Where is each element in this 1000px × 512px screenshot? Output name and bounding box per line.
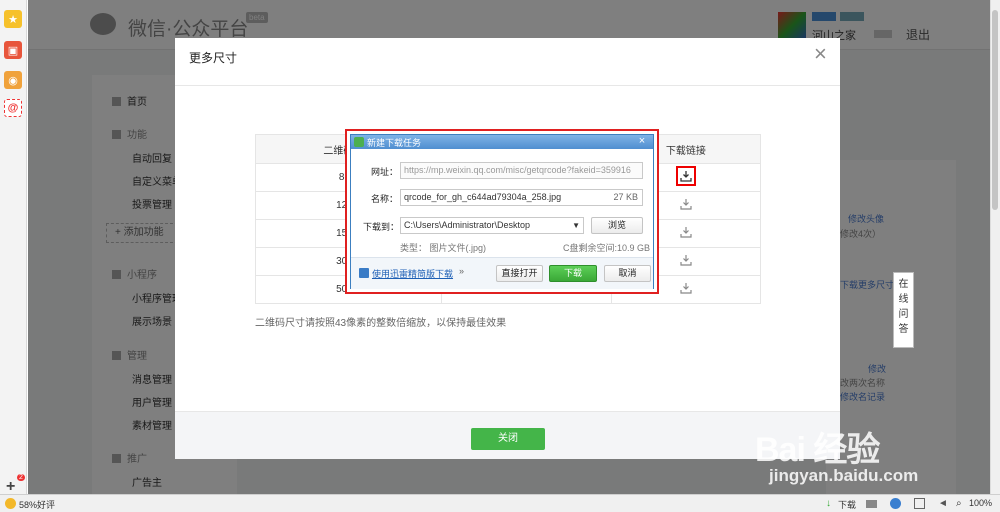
dialog-bottom-bar: 使用迅雷精简版下载 » 直接打开 下载 取消 <box>351 257 653 289</box>
file-type-text: 类型： 图片文件(.jpg) <box>400 243 487 253</box>
shopping-bag-icon[interactable]: ▣ <box>4 41 22 59</box>
close-button[interactable]: 关闭 <box>471 428 545 450</box>
filename-field[interactable]: qrcode_for_gh_c644ad79304a_258.jpg 27 KB <box>400 189 643 206</box>
new-download-dialog: 新建下载任务 × 网址： https://mp.weixin.qq.com/mi… <box>350 134 654 289</box>
url-field: https://mp.weixin.qq.com/misc/getqrcode?… <box>400 162 643 179</box>
save-to-label: 下载到： <box>363 222 400 232</box>
watermark-url: jingyan.baidu.com <box>769 466 919 485</box>
browser-sidebar: ★ ▣ ◉ @ + 2 <box>0 0 27 495</box>
weibo-icon[interactable]: ◉ <box>4 71 22 89</box>
name-label: 名称： <box>371 194 399 204</box>
xunlei-icon <box>359 268 369 278</box>
download-app-icon <box>354 137 364 147</box>
download-button[interactable]: 下载 <box>549 265 597 282</box>
cancel-button[interactable]: 取消 <box>604 265 651 282</box>
size-note: 二维码尺寸请按照43像素的整数倍缩放，以保持最佳效果 <box>255 318 507 329</box>
save-path-value: C:\Users\Administrator\Desktop <box>404 220 531 230</box>
filename-value: qrcode_for_gh_c644ad79304a_258.jpg <box>404 192 562 202</box>
status-download-label[interactable]: 下载 <box>838 498 856 511</box>
window-icon[interactable] <box>914 498 925 509</box>
page-scrollbar-thumb[interactable] <box>992 10 998 210</box>
dialog-title: 新建下载任务 <box>367 138 422 148</box>
watermark-main: Bai 经验 <box>755 431 880 469</box>
url-label: 网址： <box>371 167 399 177</box>
highlight-frame: 新建下载任务 × 网址： https://mp.weixin.qq.com/mi… <box>345 129 659 294</box>
baidu-jingyan-watermark: Bai 经验 jingyan.baidu.com <box>755 422 945 492</box>
favorites-star-icon[interactable]: ★ <box>4 10 22 28</box>
browse-button[interactable]: 浏览 <box>591 217 643 234</box>
browser-statusbar: 58%好评 ↓ 下载 ◄ ⌕ 100% <box>0 494 1000 512</box>
download-icon[interactable] <box>680 226 692 238</box>
notification-badge: 2 <box>17 474 25 481</box>
download-icon[interactable] <box>675 166 696 186</box>
expand-chevron-icon[interactable]: » <box>459 266 464 276</box>
download-icon[interactable] <box>680 282 692 294</box>
online-qa-button[interactable]: 在线问答 <box>893 272 914 348</box>
modal-title: 更多尺寸 <box>189 51 238 65</box>
ie-icon[interactable] <box>890 498 901 509</box>
dialog-titlebar[interactable]: 新建下载任务 × <box>351 135 653 149</box>
dropdown-arrow-icon: ▼ <box>572 221 580 230</box>
download-arrow-icon: ↓ <box>826 498 831 509</box>
modal-close-icon[interactable]: × <box>814 43 827 65</box>
speaker-icon[interactable]: ◄ <box>938 498 949 509</box>
smile-icon <box>5 498 16 509</box>
open-directly-button[interactable]: 直接打开 <box>496 265 543 282</box>
file-size: 27 KB <box>613 192 638 202</box>
zoom-level[interactable]: 100% <box>969 498 992 508</box>
flag-icon[interactable] <box>866 500 877 508</box>
xunlei-download-link[interactable]: 使用迅雷精简版下载 <box>372 267 453 280</box>
mail-icon[interactable]: @ <box>4 99 22 117</box>
download-icon[interactable] <box>680 198 692 210</box>
download-icon[interactable] <box>680 254 692 266</box>
modal-footer: 关闭 <box>175 411 840 459</box>
free-space-text: C盘剩余空间:10.9 GB <box>563 243 651 253</box>
save-path-select[interactable]: C:\Users\Administrator\Desktop ▼ <box>400 217 584 234</box>
dialog-close-icon[interactable]: × <box>633 135 651 147</box>
modal-header: 更多尺寸 × <box>175 38 840 86</box>
rating-text[interactable]: 58%好评 <box>19 498 55 511</box>
zoom-icon: ⌕ <box>956 498 962 509</box>
